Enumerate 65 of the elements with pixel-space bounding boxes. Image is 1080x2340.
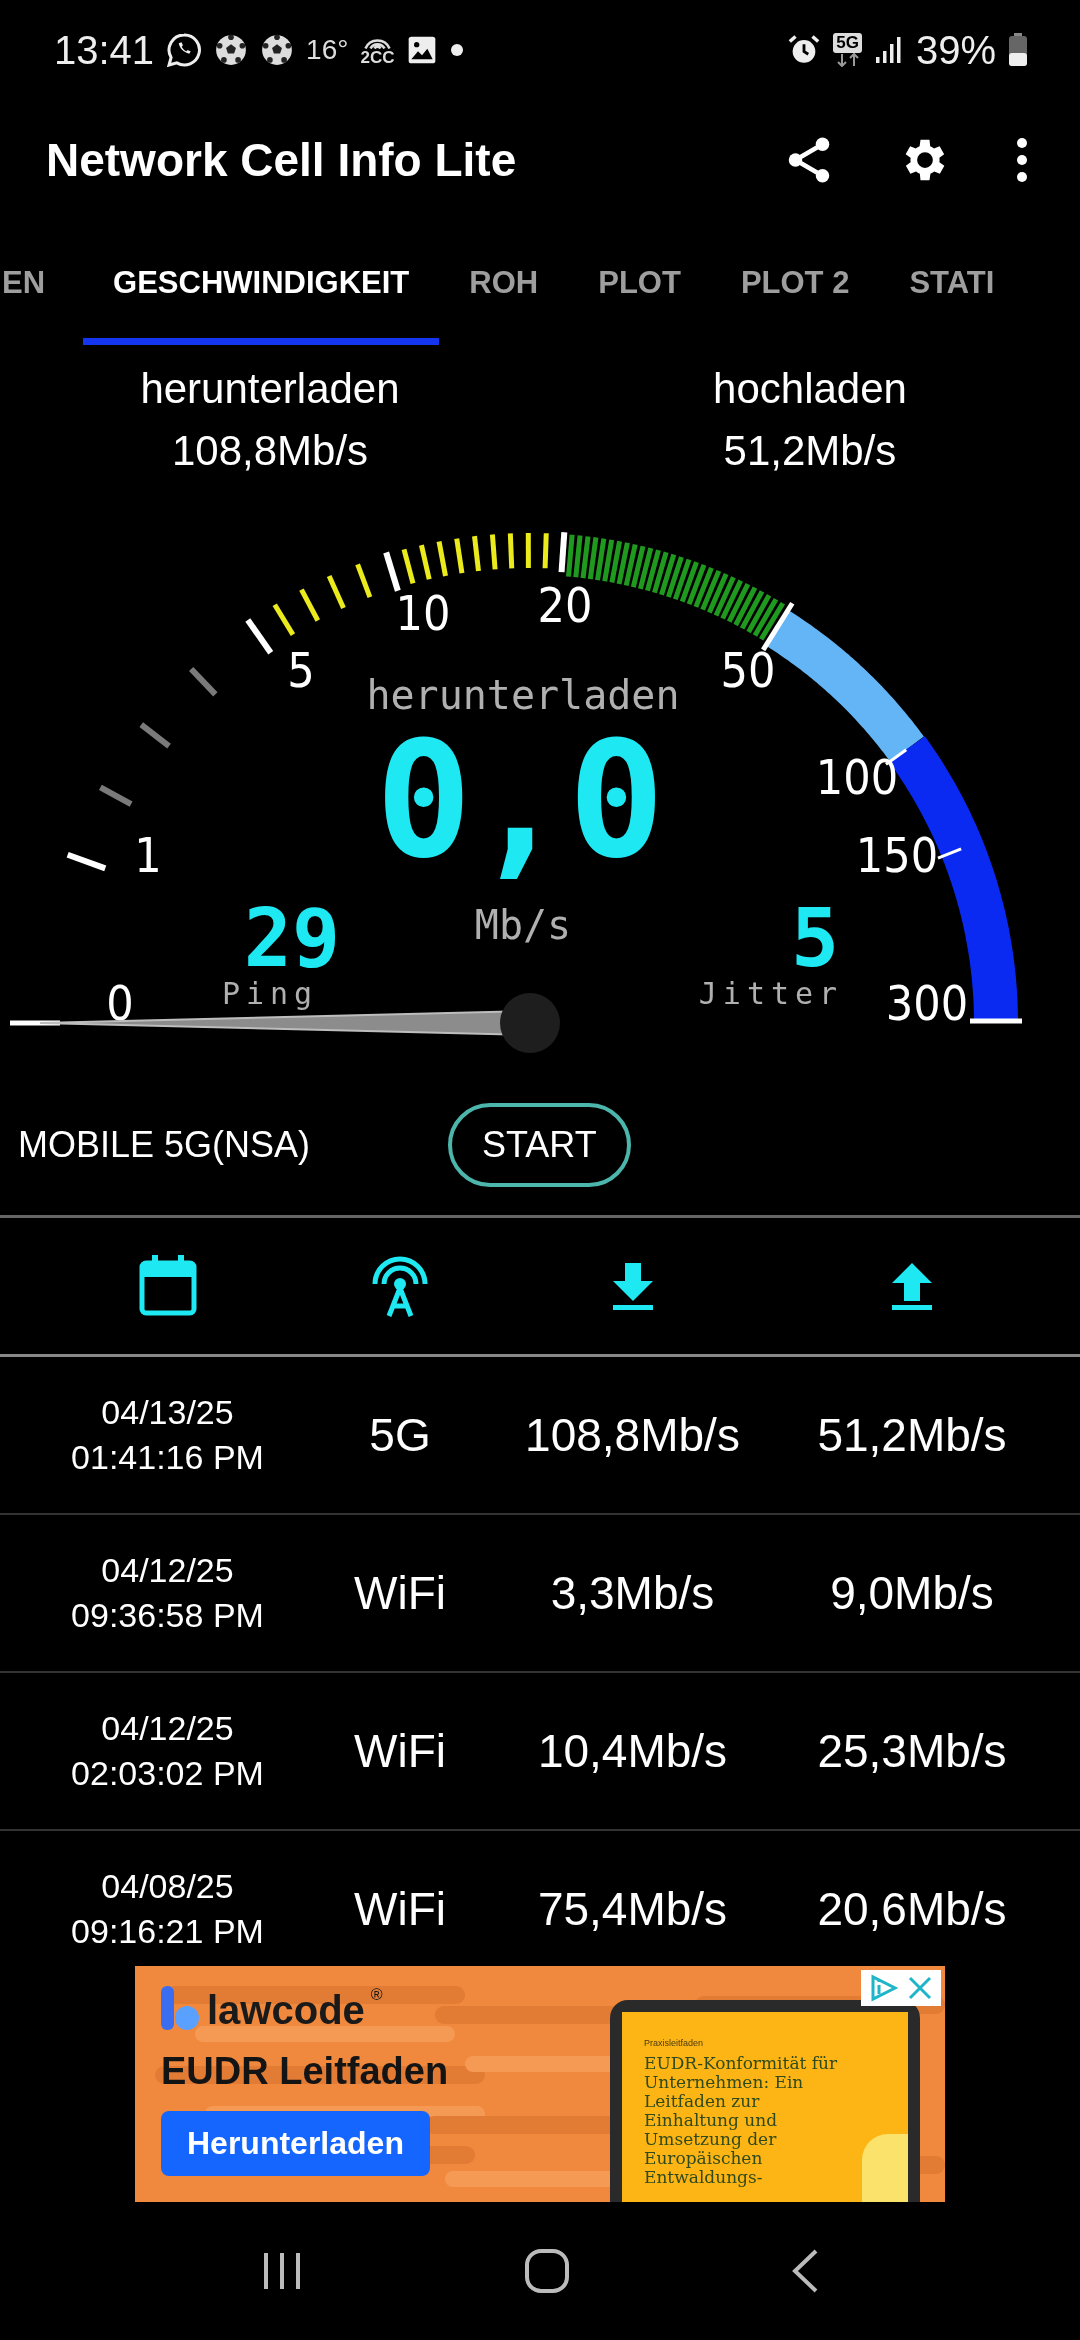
tab[interactable]: STATI — [879, 220, 1025, 345]
tab[interactable]: PLOT — [568, 220, 711, 345]
network-type: WiFi — [354, 1724, 446, 1778]
document-kicker: Praxisleitfaden — [644, 2038, 705, 2048]
test-date: 04/12/25 02:03:02 PM — [71, 1708, 264, 1794]
ad-download-button[interactable]: Herunterladen — [161, 2111, 430, 2176]
scale-label: 20 — [537, 577, 593, 633]
upload-speed: 51,2Mb/s — [817, 1408, 1007, 1462]
back-icon[interactable] — [790, 2248, 820, 2294]
download-speed: 108,8Mb/s — [525, 1408, 740, 1462]
connection-type: MOBILE 5G(NSA) — [18, 1124, 312, 1166]
calendar-icon[interactable] — [137, 1255, 198, 1317]
dot-icon — [450, 43, 465, 57]
test-date: 04/13/25 01:41:16 PM — [71, 1392, 264, 1478]
battery-icon — [1008, 33, 1028, 67]
unit-label: Mb/s — [474, 902, 572, 948]
logo-icon — [161, 1986, 201, 2032]
download-speed: 75,4Mb/s — [537, 1882, 728, 1936]
test-date: 04/12/25 09:36:58 PM — [71, 1550, 264, 1636]
battery-percent: 39% — [915, 27, 996, 73]
tab[interactable]: GESCHWINDIGKEIT — [83, 220, 440, 345]
more-options-icon[interactable] — [1014, 135, 1030, 185]
upload-icon[interactable] — [889, 1261, 935, 1311]
download-speed: 3,3Mb/s — [550, 1566, 715, 1620]
summary-value: 108,8Mb/s — [171, 426, 369, 476]
summary-label: hochladen — [713, 364, 907, 414]
upload-speed: 9,0Mb/s — [830, 1566, 994, 1620]
network-type: WiFi — [354, 1882, 446, 1936]
scale-label: 10 — [395, 585, 451, 641]
registered-mark: ® — [370, 1986, 383, 2004]
home-icon[interactable] — [524, 2248, 570, 2294]
screen-decoration — [862, 2134, 908, 2202]
ping-label: Ping — [221, 975, 319, 1011]
soccer-ball-icon — [260, 33, 295, 67]
chat-icon — [166, 32, 203, 68]
network-type: 5G — [369, 1408, 431, 1462]
scale-label: 5 — [287, 642, 315, 698]
signal-icon — [873, 35, 904, 65]
soccer-ball-icon — [214, 33, 249, 67]
document-title: EUDR-Konformität für Unternehmen: Ein Leitfaden zur Einhaltung und Umsetzung der Europäischen Entwaldungs- — [644, 2054, 839, 2187]
temperature: 16° — [306, 34, 349, 66]
scale-label: 300 — [885, 975, 969, 1031]
summary-label: herunterladen — [140, 364, 400, 414]
network-type-badge: 5G — [833, 33, 862, 53]
brand-name: lawcode — [207, 1988, 365, 2032]
status-time: 13:41 — [54, 27, 155, 73]
network-type: WiFi — [354, 1566, 446, 1620]
scale-label: 100 — [815, 749, 899, 805]
upload-speed: 20,6Mb/s — [817, 1882, 1007, 1936]
tab[interactable]: EN — [2, 220, 84, 345]
scale-label: 150 — [855, 827, 939, 883]
summary-value: 51,2Mb/s — [723, 426, 897, 476]
scale-label: 0 — [106, 975, 134, 1031]
tab[interactable]: ROH — [439, 220, 569, 345]
scale-label: 1 — [134, 827, 162, 883]
ad-headline: EUDR Leitfaden — [161, 2050, 449, 2093]
advertisement-banner[interactable]: lawcode® EUDR Leitfaden Herunterladen Praxisleitfaden EUDR-Konformität für Unternehmen: Ein Leitfaden zur Einhaltung und Umsetzung der Europäischen Entwaldungs- — [135, 1966, 945, 2202]
nfc-label: 2CC — [360, 49, 395, 66]
download-speed: 10,4Mb/s — [537, 1724, 728, 1778]
test-date: 04/08/25 09:16:21 PM — [71, 1866, 264, 1952]
app-title: Network Cell Info Lite — [46, 133, 517, 187]
scale-label: 50 — [720, 642, 776, 698]
upload-speed: 25,3Mb/s — [817, 1724, 1007, 1778]
tab[interactable]: PLOT 2 — [710, 220, 880, 345]
start-button[interactable]: START — [448, 1103, 631, 1187]
